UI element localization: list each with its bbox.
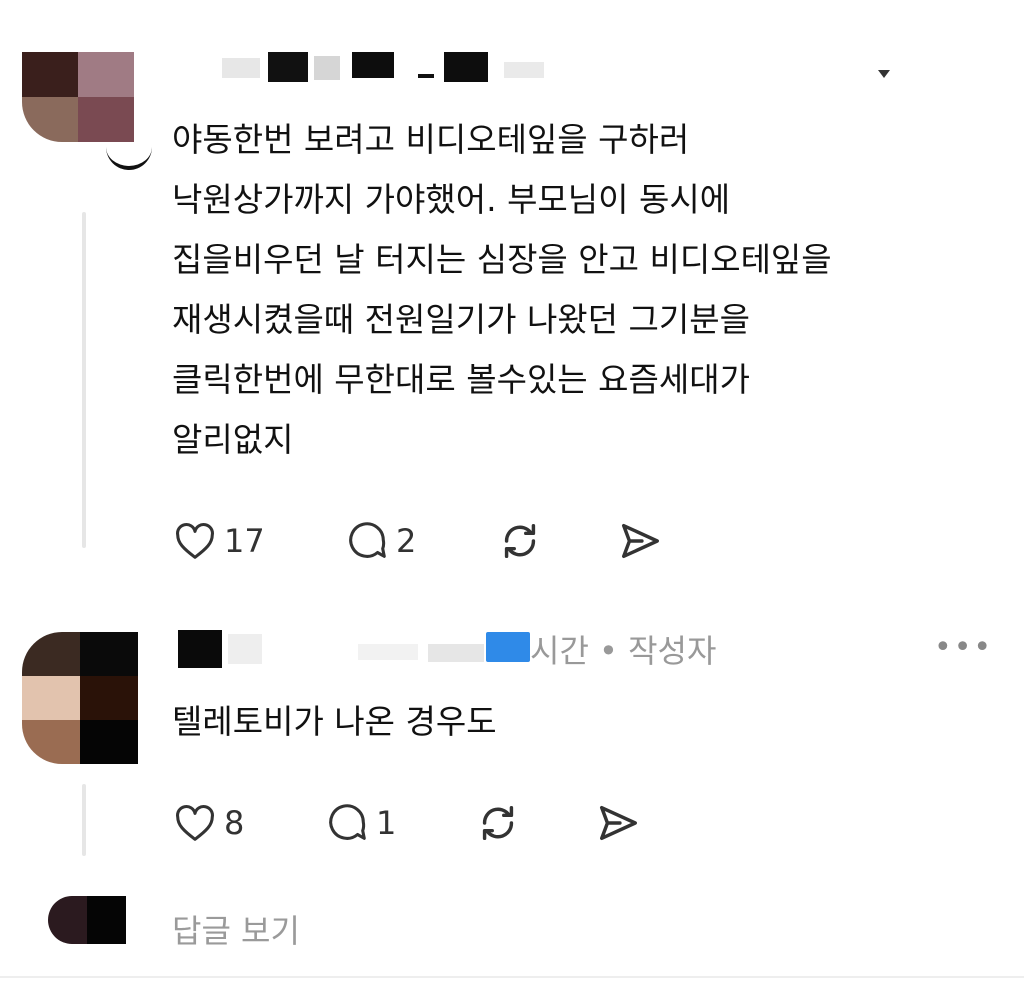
- comment1-share-button[interactable]: [616, 518, 664, 564]
- comment2-share-button[interactable]: [594, 800, 642, 846]
- avatar-tile: [80, 676, 138, 720]
- username-blur-block: [428, 644, 484, 662]
- view-replies-link[interactable]: 답글 보기: [172, 906, 300, 952]
- username-blur-block: [222, 58, 260, 78]
- username-blur-block: [504, 62, 544, 78]
- repost-icon: [482, 805, 514, 841]
- comment2-reply-button[interactable]: 1: [324, 800, 396, 846]
- comment-bubble-icon: [349, 522, 386, 558]
- comment2-avatar[interactable]: [22, 632, 138, 764]
- thread-line: [82, 212, 86, 548]
- avatar-tile: [87, 896, 126, 944]
- avatar-tile: [80, 632, 138, 676]
- avatar-tile: [80, 720, 138, 764]
- avatar-tile: [78, 52, 134, 97]
- comment1-reply-button[interactable]: 2: [344, 518, 416, 564]
- username-blur-block: [352, 52, 394, 78]
- comment2-meta-text: 시간 • 작성자: [530, 632, 717, 670]
- heart-icon: [176, 804, 214, 841]
- username-blur-block: [358, 644, 418, 660]
- send-icon: [599, 805, 637, 841]
- comment1-username[interactable]: [222, 52, 582, 82]
- username-blur-block: [178, 630, 222, 668]
- comment1-chevron-icon[interactable]: [878, 70, 890, 78]
- username-blur-block: [268, 52, 308, 82]
- username-blur-block: [228, 634, 262, 664]
- reply-preview-avatar[interactable]: [48, 896, 126, 944]
- username-blur-block: [418, 74, 434, 78]
- avatar-tile: [22, 97, 78, 142]
- avatar-tile: [78, 97, 134, 142]
- comment2-meta: 시간 • 작성자: [530, 626, 716, 672]
- avatar-tile: [22, 720, 80, 764]
- comment2-text: 텔레토비가 나온 경우도: [172, 702, 497, 741]
- avatar-tile: [48, 896, 87, 944]
- divider: [0, 976, 1024, 978]
- comment1-like-count: 17: [224, 522, 265, 560]
- comment2-like-count: 8: [224, 804, 245, 842]
- send-icon: [621, 523, 659, 559]
- comment2-repost-button[interactable]: [474, 800, 522, 846]
- more-dots-icon[interactable]: •••: [934, 630, 993, 665]
- comment1-avatar[interactable]: [22, 52, 134, 142]
- comment-bubble-icon: [329, 804, 366, 840]
- username-blur-block: [314, 56, 340, 80]
- comment1-repost-button[interactable]: [496, 518, 544, 564]
- avatar-tile: [22, 52, 78, 97]
- blue-tag-icon: [486, 632, 530, 662]
- heart-icon: [176, 522, 214, 559]
- comment2-reply-count: 1: [376, 804, 397, 842]
- comment1-like-button[interactable]: 17: [172, 518, 265, 564]
- thread-line: [82, 784, 86, 856]
- comment2-like-button[interactable]: 8: [172, 800, 244, 846]
- comment2-username[interactable]: [178, 630, 538, 670]
- comment1-text: 야동한번 보려고 비디오테잎을 구하러 낙원상가까지 가야했어. 부모님이 동시…: [172, 120, 832, 459]
- repost-icon: [504, 523, 536, 559]
- avatar-tile: [22, 676, 80, 720]
- avatar-tile: [22, 632, 80, 676]
- avatar-ring-accent: [106, 140, 152, 170]
- comment1-reply-count: 2: [396, 522, 417, 560]
- username-blur-block: [444, 52, 488, 82]
